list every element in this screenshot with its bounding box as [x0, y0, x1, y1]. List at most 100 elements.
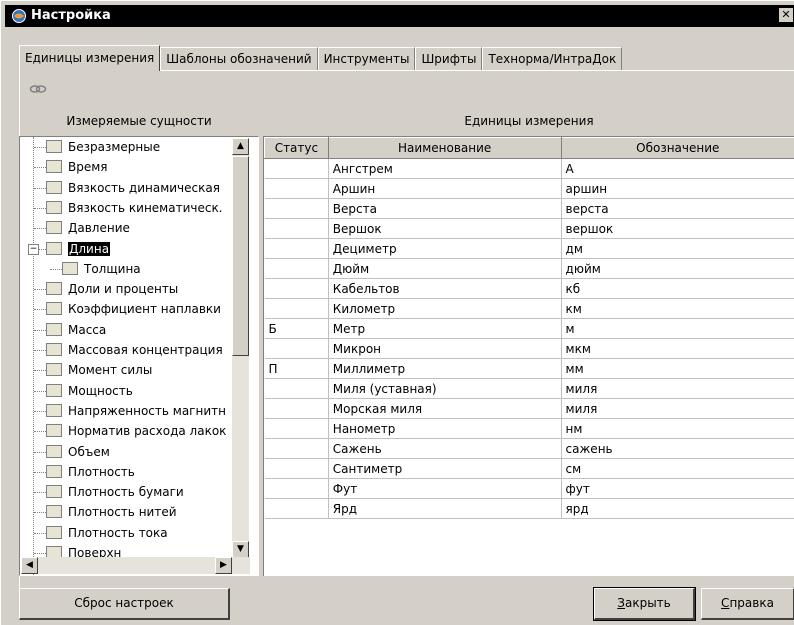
table-row[interactable]: Километр км — [264, 298, 794, 319]
tree-item-label: Напряженность магнитн — [68, 403, 226, 418]
tree-item[interactable]: Вязкость динамическая — [34, 179, 220, 198]
tree-item-label: Безразмерные — [68, 140, 161, 154]
table-row[interactable]: Сажень сажень — [264, 438, 794, 459]
cell-symbol: А — [561, 158, 794, 179]
tree-item[interactable]: Время — [34, 158, 108, 177]
table-row[interactable]: Нанометр нм — [264, 418, 794, 439]
tree-item[interactable]: Толщина — [50, 260, 141, 279]
scroll-left-button[interactable]: ◀ — [21, 557, 38, 574]
units-header: Единицы измерения — [464, 114, 594, 128]
tree-item[interactable]: Масса — [34, 321, 107, 340]
table-row[interactable]: Фут фут — [264, 478, 794, 499]
tree-connector — [34, 329, 46, 331]
cell-status — [264, 418, 329, 439]
cell-status — [264, 198, 329, 219]
table-row[interactable]: Морская миля миля — [264, 398, 794, 419]
help-button[interactable]: Справка — [701, 588, 794, 620]
tree-item[interactable]: Давление — [34, 219, 130, 238]
scroll-up-button[interactable]: ▲ — [232, 138, 249, 155]
tree-item-label: Масса — [68, 322, 107, 337]
table-row[interactable]: Дюйм дюйм — [264, 258, 794, 279]
tree-item[interactable]: Вязкость кинематическ. — [34, 199, 223, 218]
table-row[interactable]: Верста верста — [264, 198, 794, 219]
cell-name: Нанометр — [328, 418, 562, 439]
cell-name: Миля (уставная) — [328, 378, 562, 399]
close-window-button[interactable]: ✕ — [779, 8, 793, 22]
cell-symbol: нм — [561, 418, 794, 439]
tree-item[interactable]: Плотность бумаги — [34, 483, 184, 502]
folder-icon — [46, 505, 62, 519]
cell-status — [264, 178, 329, 199]
app-icon — [12, 9, 26, 23]
tree-item[interactable]: Плотность тока — [34, 524, 168, 543]
tree-item[interactable]: Безразмерные — [34, 138, 161, 157]
table-row[interactable]: Микрон мкм — [264, 338, 794, 359]
tree-item-label: Вязкость кинематическ. — [68, 200, 223, 215]
tree-connector — [34, 512, 46, 514]
folder-icon — [46, 282, 62, 296]
scroll-down-button[interactable]: ▼ — [232, 541, 249, 558]
table-row[interactable]: Миля (уставная) миля — [264, 378, 794, 399]
column-header-name[interactable]: Наименование — [327, 137, 562, 159]
tab-5[interactable]: Технорма/ИнтраДок — [482, 47, 623, 70]
table-row[interactable]: П Миллиметр мм — [264, 358, 794, 379]
tree-item-label: Коэффициент наплавки — [68, 302, 221, 317]
tree-item[interactable]: Момент силы — [34, 361, 152, 380]
tree-item-label: Давление — [68, 221, 130, 236]
entities-tree[interactable]: Безразмерные Время Вязкость динамическая Вя… — [19, 136, 259, 576]
cell-symbol: фут — [561, 478, 794, 499]
tab-2[interactable]: Шаблоны обозначений — [160, 47, 318, 70]
table-row[interactable]: Аршин аршин — [264, 178, 794, 199]
close-accelerator: З — [617, 596, 625, 610]
tree-connector — [34, 492, 46, 494]
tree-item[interactable]: Норматив расхода лакок — [34, 422, 226, 441]
folder-icon — [46, 200, 62, 214]
tab-1[interactable]: Единицы измерения — [19, 45, 161, 71]
tree-item[interactable]: Плотность нитей — [34, 503, 177, 522]
table-row[interactable]: Кабельтов кб — [264, 278, 794, 299]
column-header-status[interactable]: Статус — [264, 137, 329, 159]
tree-item[interactable]: Длина — [34, 240, 111, 259]
title-bar: Настройка ✕ — [5, 5, 794, 27]
tree-connector — [34, 553, 46, 554]
collapse-toggle-icon[interactable]: − — [28, 243, 39, 255]
tree-item[interactable]: Плотность — [34, 463, 135, 482]
tree-horizontal-scrollbar[interactable]: ◀ ▶ — [21, 557, 250, 574]
cell-name: Миллиметр — [328, 358, 562, 379]
folder-icon — [46, 464, 62, 478]
cell-status — [264, 258, 329, 279]
cell-symbol: миля — [561, 378, 794, 399]
scroll-thumb[interactable] — [232, 156, 249, 356]
tree-item[interactable]: Коэффициент наплавки — [34, 300, 221, 319]
table-row[interactable]: Дециметр дм — [264, 238, 794, 259]
reset-settings-button[interactable]: Сброс настроек — [19, 588, 230, 620]
tab-3[interactable]: Инструменты — [317, 47, 416, 70]
table-row[interactable]: Ярд ярд — [264, 498, 794, 519]
table-row[interactable]: Сантиметр см — [264, 458, 794, 479]
table-row[interactable]: Ангстрем А — [264, 158, 794, 179]
cell-symbol: дюйм — [561, 258, 794, 279]
cell-status — [264, 498, 329, 519]
folder-icon — [62, 261, 78, 275]
folder-icon — [46, 322, 62, 336]
table-row[interactable]: Вершок вершок — [264, 218, 794, 239]
tree-vertical-scrollbar[interactable]: ▲ ▼ — [232, 138, 249, 558]
tree-connector — [50, 268, 62, 270]
cell-symbol: аршин — [561, 178, 794, 199]
tree-connector — [34, 147, 46, 148]
tree-item[interactable]: Напряженность магнитн — [34, 402, 226, 421]
column-header-symbol[interactable]: Обозначение — [560, 137, 794, 159]
tree-item[interactable]: Массовая концентрация — [34, 341, 223, 360]
tree-connector — [34, 167, 46, 169]
cell-status — [264, 238, 329, 259]
close-button[interactable]: Закрыть — [593, 587, 696, 621]
tree-item[interactable]: Объем — [34, 443, 110, 462]
tree-item[interactable]: Доли и проценты — [34, 280, 178, 299]
table-row[interactable]: Б Метр м — [264, 318, 794, 339]
tab-4[interactable]: Шрифты — [415, 47, 483, 70]
cell-name: Метр — [328, 318, 562, 339]
link-icon[interactable] — [29, 84, 47, 94]
tree-item[interactable]: Мощность — [34, 382, 133, 401]
scroll-right-button[interactable]: ▶ — [215, 557, 232, 574]
tree-item-label: Время — [68, 160, 108, 175]
